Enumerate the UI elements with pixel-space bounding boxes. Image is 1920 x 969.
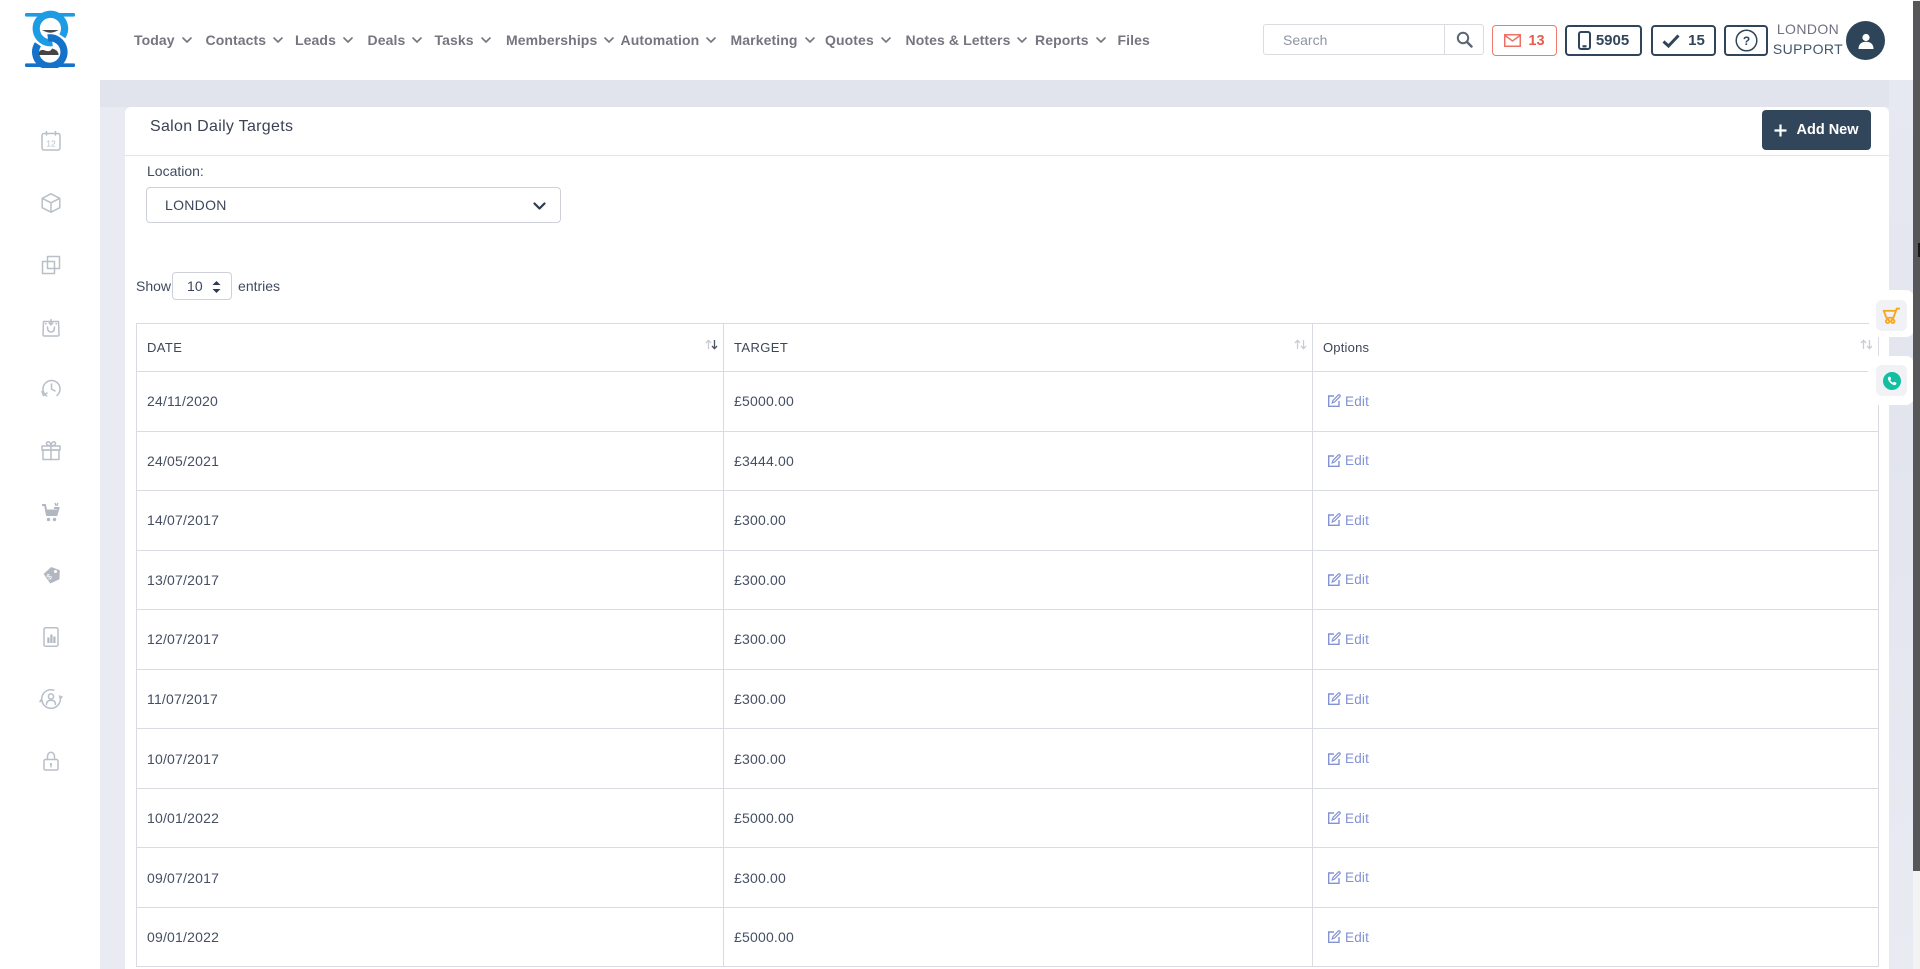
svg-text:12: 12 [46,139,56,149]
svg-text:?: ? [1742,34,1749,48]
